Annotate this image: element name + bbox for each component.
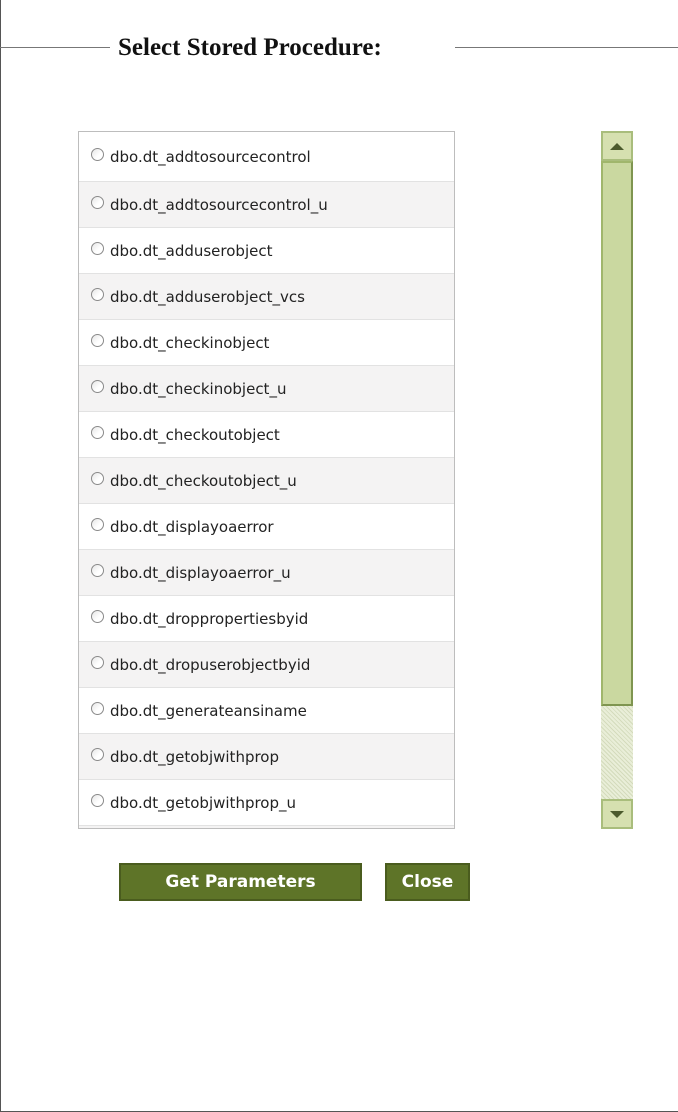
procedure-option[interactable]: dbo.dt_displayoaerror — [79, 504, 454, 550]
procedure-option-label: dbo.dt_displayoaerror — [110, 517, 274, 536]
procedure-list-scrollbar[interactable] — [601, 131, 633, 829]
fieldset-border-left — [0, 47, 110, 48]
radio-unchecked-icon[interactable] — [91, 610, 104, 623]
radio-unchecked-icon[interactable] — [91, 564, 104, 577]
procedure-option-label: dbo.dt_generateansiname — [110, 701, 307, 720]
radio-unchecked-icon[interactable] — [91, 472, 104, 485]
procedure-option-label: dbo.dt_getobjwithprop_u — [110, 793, 297, 812]
scroll-up-button[interactable] — [601, 131, 633, 161]
procedure-option-label: dbo.dt_checkinobject — [110, 333, 270, 352]
fieldset-legend: Select Stored Procedure: — [118, 34, 382, 61]
scroll-down-button[interactable] — [601, 799, 633, 829]
radio-unchecked-icon[interactable] — [91, 656, 104, 669]
radio-unchecked-icon[interactable] — [91, 426, 104, 439]
procedure-option[interactable]: dbo.dt_adduserobject_vcs — [79, 274, 454, 320]
procedure-list[interactable]: dbo.dt_addtosourcecontrol dbo.dt_addtosou… — [78, 131, 455, 829]
procedure-option[interactable]: dbo.dt_adduserobject — [79, 228, 454, 274]
procedure-option[interactable]: dbo.dt_checkinobject — [79, 320, 454, 366]
procedure-option[interactable]: dbo.dt_checkoutobject_u — [79, 458, 454, 504]
radio-unchecked-icon[interactable] — [91, 148, 104, 161]
radio-unchecked-icon[interactable] — [91, 702, 104, 715]
scroll-up-arrow-icon — [610, 142, 624, 150]
radio-unchecked-icon[interactable] — [91, 242, 104, 255]
radio-unchecked-icon[interactable] — [91, 380, 104, 393]
procedure-option[interactable]: dbo.dt_displayoaerror_u — [79, 550, 454, 596]
scroll-down-arrow-icon — [610, 810, 624, 818]
procedure-option-label: dbo.dt_dropuserobjectbyid — [110, 655, 311, 674]
radio-unchecked-icon[interactable] — [91, 794, 104, 807]
procedure-option[interactable]: dbo.dt_getobjwithprop — [79, 734, 454, 780]
procedure-option[interactable]: dbo.dt_getpropertiesbyid — [79, 826, 454, 828]
radio-unchecked-icon[interactable] — [91, 196, 104, 209]
radio-unchecked-icon[interactable] — [91, 288, 104, 301]
procedure-option[interactable]: dbo.dt_getobjwithprop_u — [79, 780, 454, 826]
procedure-option-label: dbo.dt_adduserobject_vcs — [110, 287, 305, 306]
procedure-option-label: dbo.dt_addtosourcecontrol_u — [110, 195, 328, 214]
close-button[interactable]: Close — [385, 863, 470, 901]
procedure-option-label: dbo.dt_droppropertiesbyid — [110, 609, 309, 628]
procedure-option[interactable]: dbo.dt_addtosourcecontrol_u — [79, 182, 454, 228]
radio-unchecked-icon[interactable] — [91, 518, 104, 531]
radio-unchecked-icon[interactable] — [91, 334, 104, 347]
procedure-option[interactable]: dbo.dt_dropuserobjectbyid — [79, 642, 454, 688]
procedure-option-label: dbo.dt_displayoaerror_u — [110, 563, 291, 582]
procedure-option[interactable]: dbo.dt_generateansiname — [79, 688, 454, 734]
procedure-option-label: dbo.dt_addtosourcecontrol — [110, 147, 311, 166]
fieldset-border-right — [455, 47, 678, 48]
procedure-option[interactable]: dbo.dt_addtosourcecontrol — [79, 132, 454, 182]
scroll-thumb[interactable] — [601, 161, 633, 706]
procedure-option-label: dbo.dt_checkoutobject_u — [110, 471, 297, 490]
procedure-option[interactable]: dbo.dt_checkinobject_u — [79, 366, 454, 412]
radio-unchecked-icon[interactable] — [91, 748, 104, 761]
procedure-option[interactable]: dbo.dt_checkoutobject — [79, 412, 454, 458]
procedure-option-label: dbo.dt_adduserobject — [110, 241, 273, 260]
procedure-option-label: dbo.dt_checkoutobject — [110, 425, 280, 444]
get-parameters-button[interactable]: Get Parameters — [119, 863, 362, 901]
procedure-option-label: dbo.dt_checkinobject_u — [110, 379, 287, 398]
procedure-option[interactable]: dbo.dt_droppropertiesbyid — [79, 596, 454, 642]
procedure-option-label: dbo.dt_getobjwithprop — [110, 747, 280, 766]
